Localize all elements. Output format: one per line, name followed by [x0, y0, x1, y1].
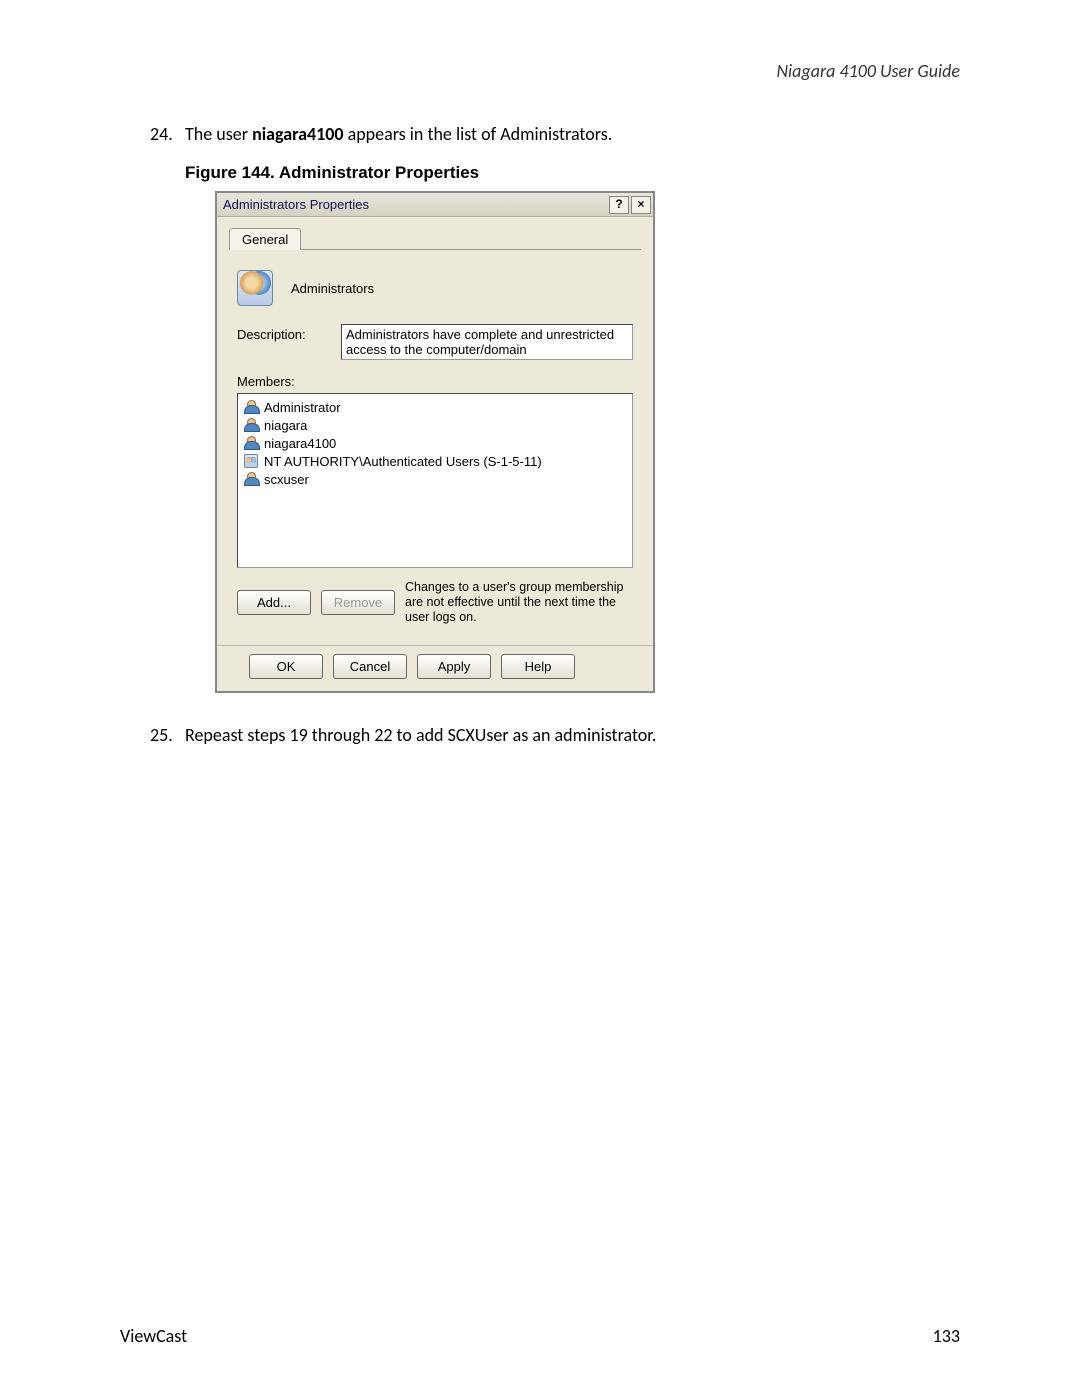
- dialog-body: General Administrators Description: Admi…: [217, 217, 653, 645]
- members-list[interactable]: Administrator niagara niagara4100 NT AUT…: [237, 393, 633, 568]
- step-24: 24. The user niagara4100 appears in the …: [150, 122, 960, 147]
- group-icon: [244, 454, 258, 468]
- step-text: The user niagara4100 appears in the list…: [185, 122, 960, 147]
- step-number: 24.: [150, 122, 185, 147]
- list-item[interactable]: Administrator: [244, 398, 626, 416]
- member-name: niagara4100: [264, 436, 336, 451]
- list-item[interactable]: NT AUTHORITY\Authenticated Users (S-1-5-…: [244, 452, 626, 470]
- administrators-group-icon: [237, 270, 273, 306]
- group-header-row: Administrators: [229, 264, 641, 324]
- add-button[interactable]: Add...: [237, 590, 311, 615]
- member-name: niagara: [264, 418, 307, 433]
- step-number: 25.: [150, 723, 185, 748]
- description-field[interactable]: Administrators have complete and unrestr…: [341, 324, 633, 360]
- close-icon[interactable]: ×: [631, 196, 651, 214]
- dialog-titlebar: Administrators Properties ? ×: [217, 193, 653, 217]
- membership-change-note: Changes to a user's group membership are…: [405, 580, 633, 625]
- user-icon: [244, 400, 258, 414]
- member-name: NT AUTHORITY\Authenticated Users (S-1-5-…: [264, 454, 542, 469]
- dialog-screenshot: Administrators Properties ? × General Ad…: [215, 191, 960, 693]
- description-row: Description: Administrators have complet…: [229, 324, 641, 374]
- page-header-title: Niagara 4100 User Guide: [120, 60, 960, 82]
- remove-button: Remove: [321, 590, 395, 615]
- step-prefix: The user: [185, 123, 252, 145]
- member-name: scxuser: [264, 472, 309, 487]
- members-label: Members:: [229, 374, 641, 393]
- list-item[interactable]: scxuser: [244, 470, 626, 488]
- user-icon: [244, 436, 258, 450]
- step-suffix: appears in the list of Administrators.: [344, 123, 613, 145]
- description-label: Description:: [237, 324, 323, 342]
- footer-left: ViewCast: [120, 1325, 187, 1347]
- tab-general[interactable]: General: [229, 228, 301, 250]
- user-icon: [244, 418, 258, 432]
- administrators-properties-dialog: Administrators Properties ? × General Ad…: [215, 191, 655, 693]
- dialog-footer: OK Cancel Apply Help: [217, 645, 653, 691]
- list-item[interactable]: niagara: [244, 416, 626, 434]
- figure-caption: Figure 144. Administrator Properties: [185, 163, 960, 183]
- group-name: Administrators: [291, 281, 374, 296]
- dialog-title: Administrators Properties: [223, 197, 609, 212]
- document-page: Niagara 4100 User Guide 24. The user nia…: [0, 0, 1080, 1397]
- user-icon: [244, 472, 258, 486]
- step-25: 25. Repeast steps 19 through 22 to add S…: [150, 723, 960, 748]
- members-button-row: Add... Remove Changes to a user's group …: [229, 568, 641, 633]
- page-footer: ViewCast 133: [120, 1285, 960, 1397]
- member-name: Administrator: [264, 400, 341, 415]
- help-button[interactable]: Help: [501, 654, 575, 679]
- cancel-button[interactable]: Cancel: [333, 654, 407, 679]
- ok-button[interactable]: OK: [249, 654, 323, 679]
- list-item[interactable]: niagara4100: [244, 434, 626, 452]
- apply-button[interactable]: Apply: [417, 654, 491, 679]
- footer-page-number: 133: [933, 1325, 960, 1347]
- step-text: Repeast steps 19 through 22 to add SCXUs…: [185, 723, 960, 748]
- help-icon[interactable]: ?: [609, 196, 629, 214]
- tab-strip: General: [229, 227, 641, 250]
- step-bold: niagara4100: [252, 123, 343, 145]
